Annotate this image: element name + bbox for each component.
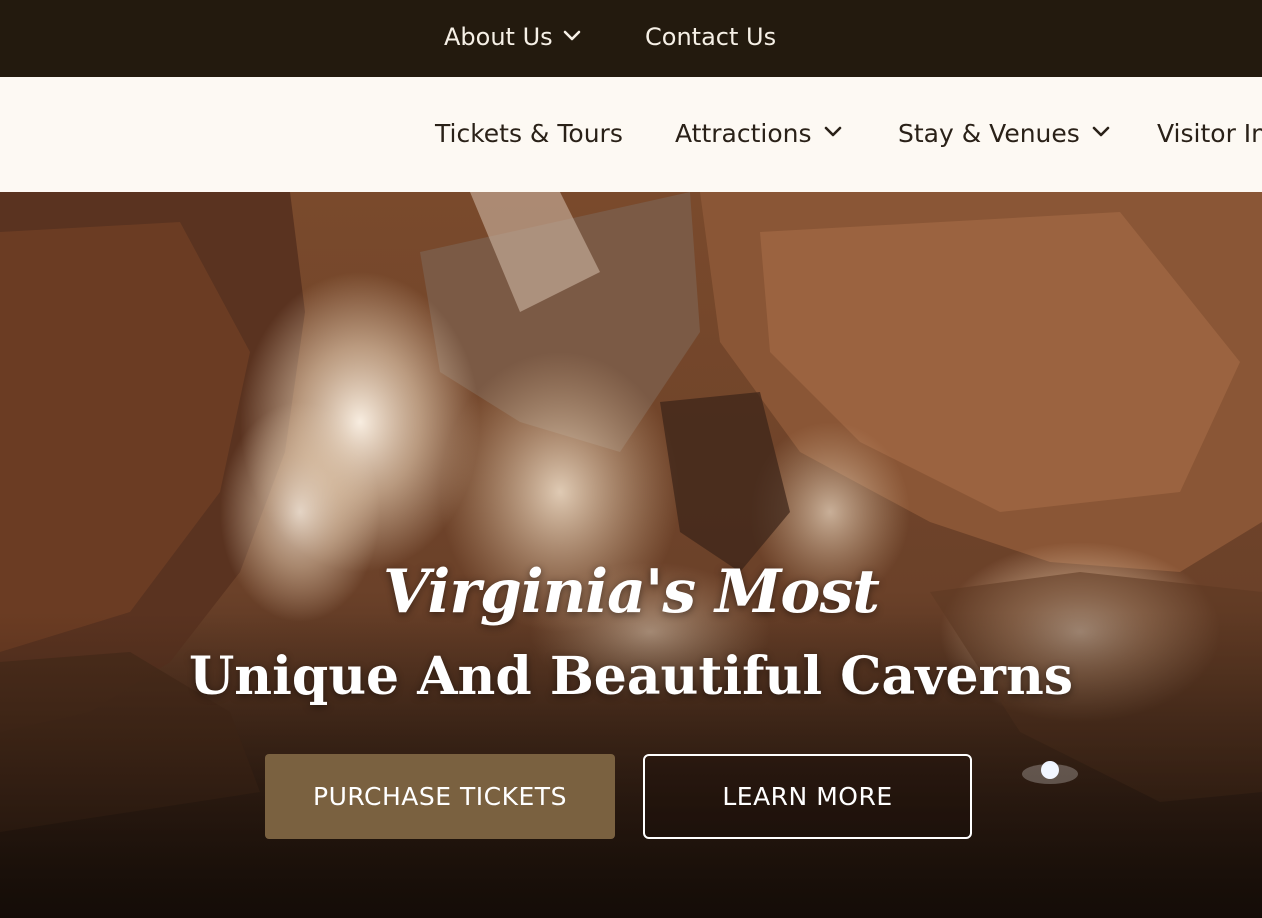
main-nav-bar: Tickets & Tours Attractions Stay & Venue… [0, 77, 1262, 192]
nav-item-visitor-info[interactable]: Visitor Inf [1157, 119, 1262, 149]
chevron-down-icon [824, 126, 841, 137]
nav-item-label: Stay & Venues [898, 119, 1080, 148]
nav-item-stay-venues[interactable]: Stay & Venues [898, 119, 1112, 149]
purchase-tickets-button[interactable]: PURCHASE TICKETS [265, 754, 615, 839]
nav-item-attractions[interactable]: Attractions [675, 119, 844, 149]
utility-nav-bar: About Us Contact Us [0, 0, 1262, 77]
utility-nav-contact-label: Contact Us [645, 23, 777, 51]
nav-item-tickets-tours[interactable]: Tickets & Tours [435, 119, 623, 149]
utility-nav-about-label: About Us [444, 23, 553, 51]
hero-title: Unique And Beautiful Caverns [188, 646, 1074, 707]
learn-more-button[interactable]: LEARN MORE [643, 754, 972, 839]
nav-item-label: Tickets & Tours [435, 119, 623, 148]
utility-nav-about-us[interactable]: About Us [444, 22, 583, 52]
chevron-down-icon [1092, 126, 1110, 137]
hero-script-heading: Virginia's Most [383, 557, 880, 627]
nav-item-label: Visitor Inf [1157, 119, 1262, 148]
nav-item-label: Attractions [675, 119, 812, 148]
chevron-down-icon [563, 30, 580, 41]
utility-nav-contact-us[interactable]: Contact Us [645, 22, 776, 52]
hero-section: Virginia's Most Unique And Beautiful Cav… [0, 192, 1262, 918]
